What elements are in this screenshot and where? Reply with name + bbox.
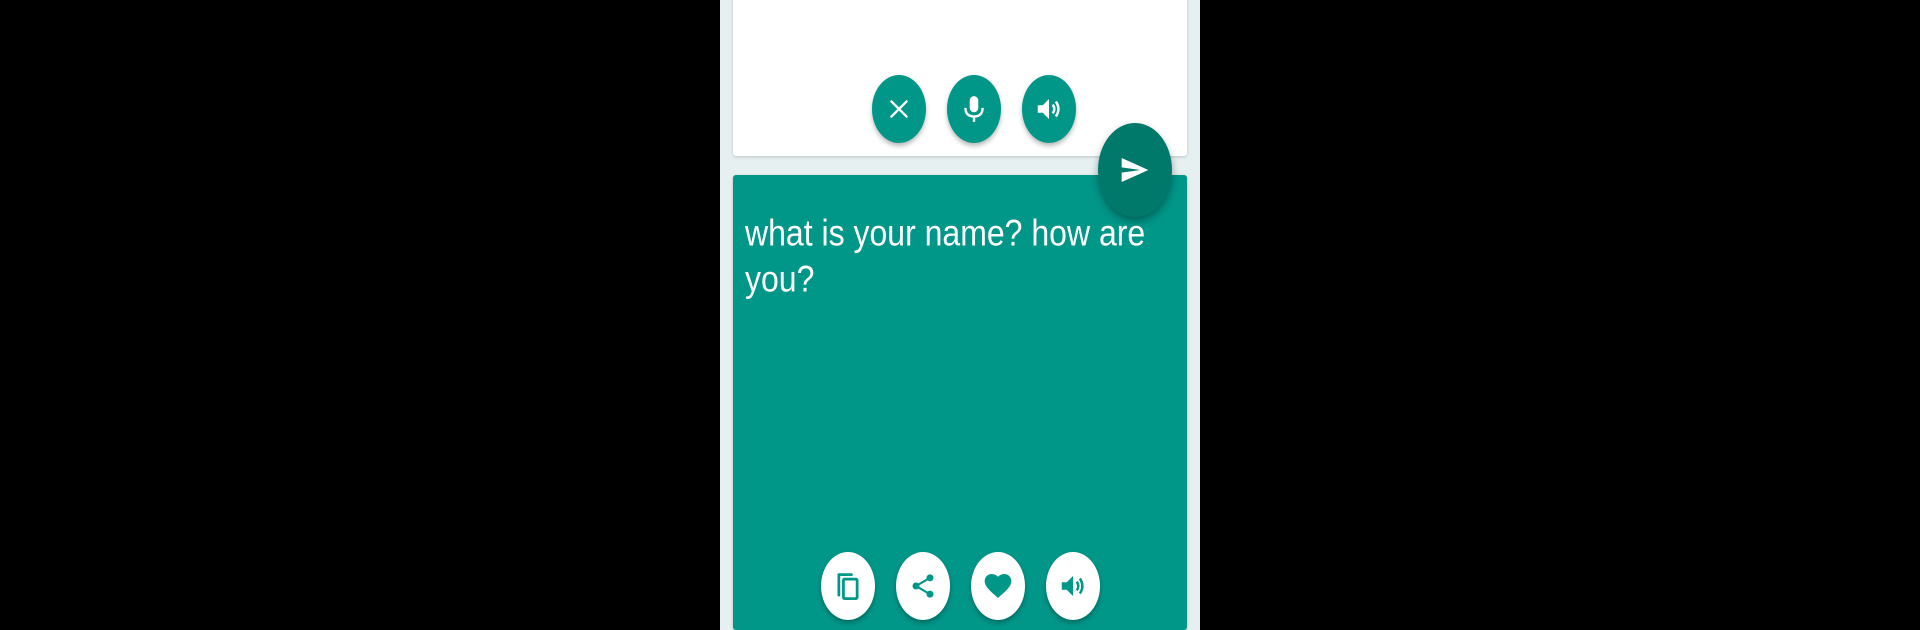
volume-icon xyxy=(1037,99,1060,119)
speak-input-button[interactable] xyxy=(1022,75,1076,143)
share-icon xyxy=(912,574,934,598)
heart-icon xyxy=(984,574,1012,598)
copy-icon xyxy=(837,573,859,600)
output-panel: what is your name? how are you? xyxy=(733,175,1187,630)
close-icon xyxy=(890,100,908,118)
speak-output-button[interactable] xyxy=(1046,552,1100,620)
app-screen: what is your name? how are you? xyxy=(720,0,1200,630)
translated-text: what is your name? how are you? xyxy=(745,212,1146,300)
microphone-button[interactable] xyxy=(947,75,1001,143)
favorite-button[interactable] xyxy=(971,552,1025,620)
copy-button[interactable] xyxy=(821,552,875,620)
send-icon xyxy=(1121,158,1149,182)
clear-button[interactable] xyxy=(872,75,926,143)
translate-send-button[interactable] xyxy=(1098,123,1172,217)
volume-icon xyxy=(1061,576,1084,596)
microphone-icon xyxy=(964,96,984,122)
share-button[interactable] xyxy=(896,552,950,620)
